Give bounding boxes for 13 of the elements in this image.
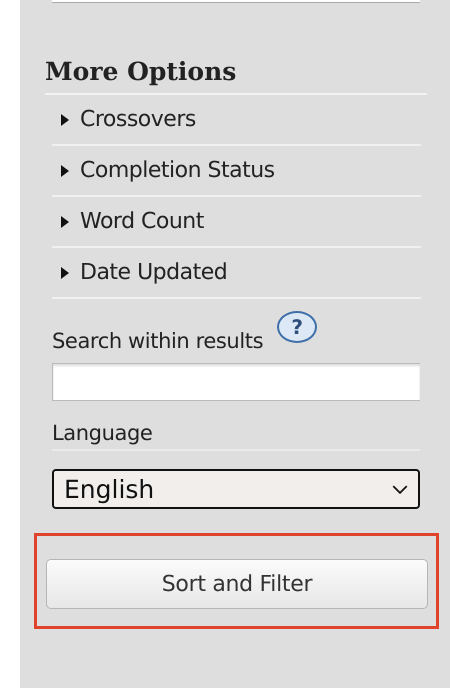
field-label: Language	[52, 421, 152, 445]
filter-section-toggle[interactable]: Crossovers	[52, 95, 421, 146]
section-heading: More Options	[45, 55, 427, 95]
language-select[interactable]: English	[52, 469, 420, 509]
search-field[interactable]	[52, 363, 420, 401]
input-field[interactable]	[52, 0, 420, 3]
chevron-icon	[392, 484, 408, 494]
field-label: Search within results	[52, 329, 264, 353]
help-button[interactable]: ?	[277, 311, 318, 343]
filter-section-toggle[interactable]: Date Updated	[52, 248, 421, 299]
filter-section-toggle[interactable]: Completion Status	[52, 146, 421, 197]
filter-section-toggle[interactable]: Word Count	[52, 197, 421, 248]
sort-filter-button[interactable]: Sort and Filter	[46, 559, 428, 609]
